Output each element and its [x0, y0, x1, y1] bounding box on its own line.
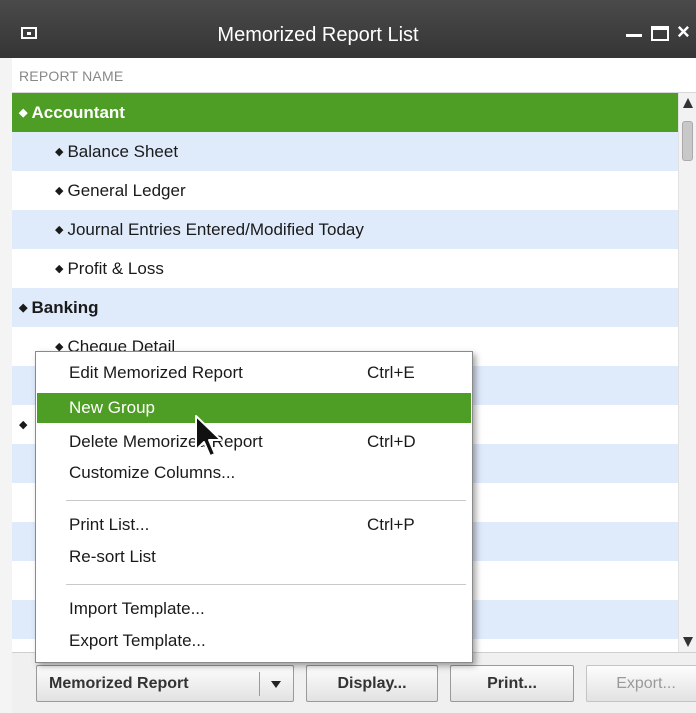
shortcut-label: Ctrl+D — [367, 432, 416, 451]
list-group-row[interactable]: ◆ Banking — [12, 288, 678, 327]
row-label: Accountant — [31, 103, 125, 122]
shortcut-label: Ctrl+E — [367, 363, 415, 382]
scroll-thumb[interactable] — [682, 121, 693, 161]
scroll-up-icon[interactable] — [683, 98, 693, 108]
row-label: Journal Entries Entered/Modified Today — [67, 220, 364, 239]
list-item-row[interactable]: ◆ General Ledger — [12, 171, 678, 210]
scroll-down-icon[interactable] — [683, 637, 693, 647]
menu-separator — [66, 584, 466, 585]
menu-item-print-list[interactable]: Print List... Ctrl+P — [37, 510, 471, 540]
row-label: Balance Sheet — [67, 142, 179, 161]
menu-item-customize-columns[interactable]: Customize Columns... — [37, 458, 471, 488]
context-menu: Edit Memorized Report Ctrl+E New Group D… — [35, 351, 473, 663]
dropdown-arrow-icon[interactable] — [271, 681, 281, 688]
maximize-icon[interactable] — [651, 26, 669, 41]
menu-item-import-template[interactable]: Import Template... — [37, 594, 471, 624]
menu-item-export-template[interactable]: Export Template... — [37, 626, 471, 656]
diamond-icon: ◆ — [19, 302, 28, 314]
export-button[interactable]: Export... — [586, 665, 696, 702]
diamond-icon: ◆ — [55, 263, 64, 275]
menu-separator — [66, 500, 466, 501]
memorized-report-menu-button[interactable]: Memorized Report — [36, 665, 294, 702]
mouse-pointer-icon — [195, 415, 222, 457]
menu-item-delete-memorized-report[interactable]: Delete Memorized Report Ctrl+D — [37, 427, 471, 457]
title-bar[interactable]: Memorized Report List × — [0, 0, 696, 58]
report-name-header: REPORT NAME — [19, 68, 124, 84]
close-icon[interactable]: × — [677, 21, 690, 43]
vertical-scrollbar[interactable] — [678, 93, 696, 652]
diamond-icon: ◆ — [55, 185, 64, 197]
shortcut-label: Ctrl+P — [367, 515, 415, 534]
diamond-icon: ◆ — [19, 107, 28, 119]
menu-item-re-sort-list[interactable]: Re-sort List — [37, 542, 471, 572]
display-button[interactable]: Display... — [306, 665, 438, 702]
row-label: Profit & Loss — [67, 259, 164, 278]
row-label: Banking — [31, 298, 99, 317]
list-item-row[interactable]: ◆ Journal Entries Entered/Modified Today — [12, 210, 678, 249]
minimize-icon[interactable] — [626, 34, 642, 37]
diamond-icon: ◆ — [19, 419, 28, 431]
menu-item-new-group[interactable]: New Group — [37, 393, 471, 423]
memorized-report-label: Memorized Report — [49, 675, 189, 692]
menu-item-edit-memorized-report[interactable]: Edit Memorized Report Ctrl+E — [37, 358, 471, 388]
print-button[interactable]: Print... — [450, 665, 574, 702]
list-item-row[interactable]: ◆ Profit & Loss — [12, 249, 678, 288]
window-title: Memorized Report List — [217, 24, 419, 46]
list-item-row[interactable]: ◆ Balance Sheet — [12, 132, 678, 171]
row-label: General Ledger — [67, 181, 186, 200]
list-group-row[interactable]: ◆ Accountant — [12, 93, 678, 132]
diamond-icon: ◆ — [55, 224, 64, 236]
column-header[interactable]: REPORT NAME — [12, 58, 696, 93]
diamond-icon: ◆ — [55, 146, 64, 158]
